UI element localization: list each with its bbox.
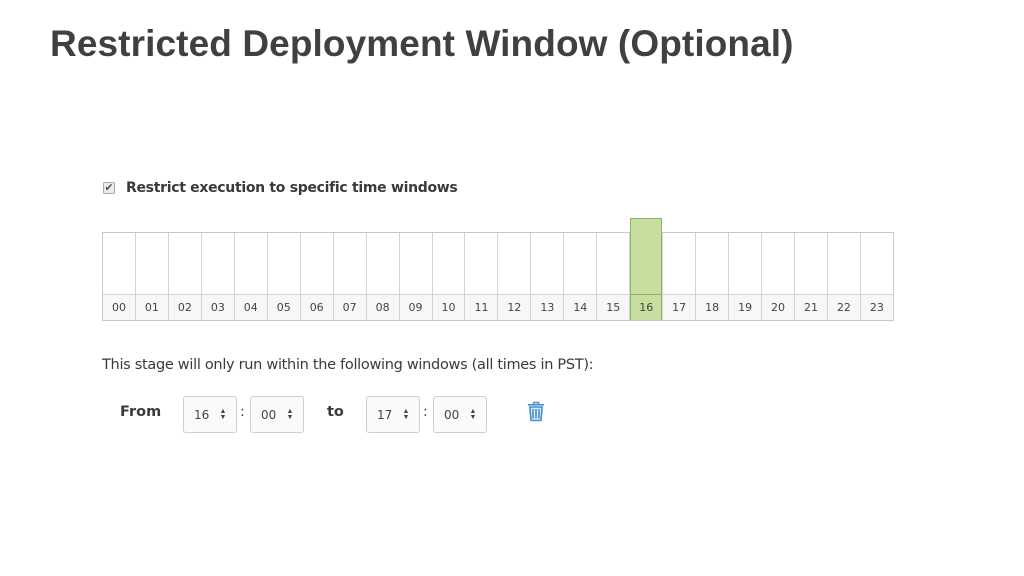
hour-label: 20 <box>762 294 795 320</box>
hour-cell-06[interactable]: 06 <box>300 233 334 320</box>
hour-cell-03[interactable]: 03 <box>201 233 235 320</box>
to-minute-select[interactable]: 00 ▲ ▼ <box>433 396 487 433</box>
hour-cell-04[interactable]: 04 <box>234 233 268 320</box>
hour-bar <box>367 233 399 294</box>
hour-bar <box>597 233 629 294</box>
hour-label: 18 <box>696 294 729 320</box>
hour-bar <box>235 233 267 294</box>
hour-label: 19 <box>729 294 762 320</box>
hour-selector-grid: 00 01 02 03 04 05 06 07 08 09 10 11 12 13 14 15 16 17 18 19… <box>102 218 894 321</box>
select-arrows-icon: ▲ ▼ <box>286 407 294 421</box>
hour-cell-14[interactable]: 14 <box>564 233 598 320</box>
hour-label: 05 <box>267 294 300 320</box>
hour-label: 16 <box>630 294 663 320</box>
hour-label: 09 <box>399 294 432 320</box>
hour-cell-17[interactable]: 17 <box>663 233 697 320</box>
hour-label: 14 <box>564 294 597 320</box>
hour-label: 13 <box>531 294 564 320</box>
hour-bar <box>828 233 860 294</box>
restrict-execution-label: Restrict execution to specific time wind… <box>126 180 458 196</box>
restrict-execution-row: ✔ Restrict execution to specific time wi… <box>103 178 458 198</box>
hour-label: 02 <box>168 294 201 320</box>
hour-label: 22 <box>827 294 860 320</box>
from-minute-value: 00 <box>261 407 277 422</box>
hour-bar <box>729 233 761 294</box>
hour-bar <box>301 233 333 294</box>
hour-label: 01 <box>135 294 168 320</box>
hour-bar <box>465 233 497 294</box>
hour-cell-10[interactable]: 10 <box>432 233 466 320</box>
hour-label: 10 <box>432 294 465 320</box>
hour-bar <box>795 233 827 294</box>
select-arrows-icon: ▲ ▼ <box>219 407 227 421</box>
hour-label: 12 <box>498 294 531 320</box>
hour-label: 08 <box>366 294 399 320</box>
hour-label: 00 <box>103 294 135 320</box>
hour-label: 03 <box>201 294 234 320</box>
hour-bar <box>169 233 201 294</box>
from-label: From <box>120 404 162 420</box>
hour-bar <box>861 233 893 294</box>
hour-cell-09[interactable]: 09 <box>399 233 433 320</box>
time-separator: : <box>423 404 428 420</box>
select-arrows-icon: ▲ ▼ <box>469 407 477 421</box>
hour-cell-21[interactable]: 21 <box>795 233 828 320</box>
hour-bar <box>762 233 794 294</box>
hour-bar <box>400 233 432 294</box>
hour-label: 15 <box>597 294 630 320</box>
to-minute-value: 00 <box>444 407 460 422</box>
hour-cell-15[interactable]: 15 <box>597 233 631 320</box>
hour-bar <box>498 233 530 294</box>
hour-label: 06 <box>300 294 333 320</box>
hour-bar <box>531 233 563 294</box>
hour-cell-19[interactable]: 19 <box>729 233 763 320</box>
hour-label: 04 <box>234 294 267 320</box>
hour-cell-01[interactable]: 01 <box>135 233 169 320</box>
page-title: Restricted Deployment Window (Optional) <box>50 23 794 64</box>
hour-bar <box>564 233 596 294</box>
trash-icon[interactable] <box>527 400 545 422</box>
hour-cell-16[interactable]: 16 <box>630 218 664 320</box>
hour-bar <box>268 233 300 294</box>
hour-bar <box>696 233 728 294</box>
from-hour-value: 16 <box>194 407 210 422</box>
restrict-execution-checkbox[interactable]: ✔ <box>103 182 115 194</box>
hour-cell-23[interactable]: 23 <box>860 233 893 320</box>
hour-bar <box>103 233 135 294</box>
hour-cell-12[interactable]: 12 <box>498 233 532 320</box>
window-info-text: This stage will only run within the foll… <box>102 357 594 373</box>
hour-bar <box>136 233 168 294</box>
hour-bar <box>433 233 465 294</box>
checkmark-icon: ✔ <box>104 181 114 194</box>
hour-cell-22[interactable]: 22 <box>827 233 861 320</box>
hour-label: 21 <box>795 294 827 320</box>
hour-cell-05[interactable]: 05 <box>267 233 301 320</box>
hour-label: 23 <box>860 294 893 320</box>
hour-label: 11 <box>465 294 498 320</box>
time-separator: : <box>240 404 245 420</box>
hour-bar <box>202 233 234 294</box>
hour-label: 17 <box>663 294 696 320</box>
from-hour-select[interactable]: 16 ▲ ▼ <box>183 396 237 433</box>
hour-cell-07[interactable]: 07 <box>333 233 367 320</box>
hour-label: 07 <box>333 294 366 320</box>
hour-bar <box>663 233 695 294</box>
hour-cell-02[interactable]: 02 <box>168 233 202 320</box>
hour-bar <box>334 233 366 294</box>
hour-cell-13[interactable]: 13 <box>531 233 565 320</box>
selected-hour-bar <box>630 218 663 294</box>
to-hour-value: 17 <box>377 407 393 422</box>
hour-cell-11[interactable]: 11 <box>465 233 499 320</box>
to-hour-select[interactable]: 17 ▲ ▼ <box>366 396 420 433</box>
hour-cell-18[interactable]: 18 <box>696 233 730 320</box>
hour-cell-00[interactable]: 00 <box>103 233 136 320</box>
select-arrows-icon: ▲ ▼ <box>402 407 410 421</box>
hour-cell-20[interactable]: 20 <box>762 233 796 320</box>
hour-cell-08[interactable]: 08 <box>366 233 400 320</box>
to-label: to <box>327 404 344 420</box>
from-minute-select[interactable]: 00 ▲ ▼ <box>250 396 304 433</box>
